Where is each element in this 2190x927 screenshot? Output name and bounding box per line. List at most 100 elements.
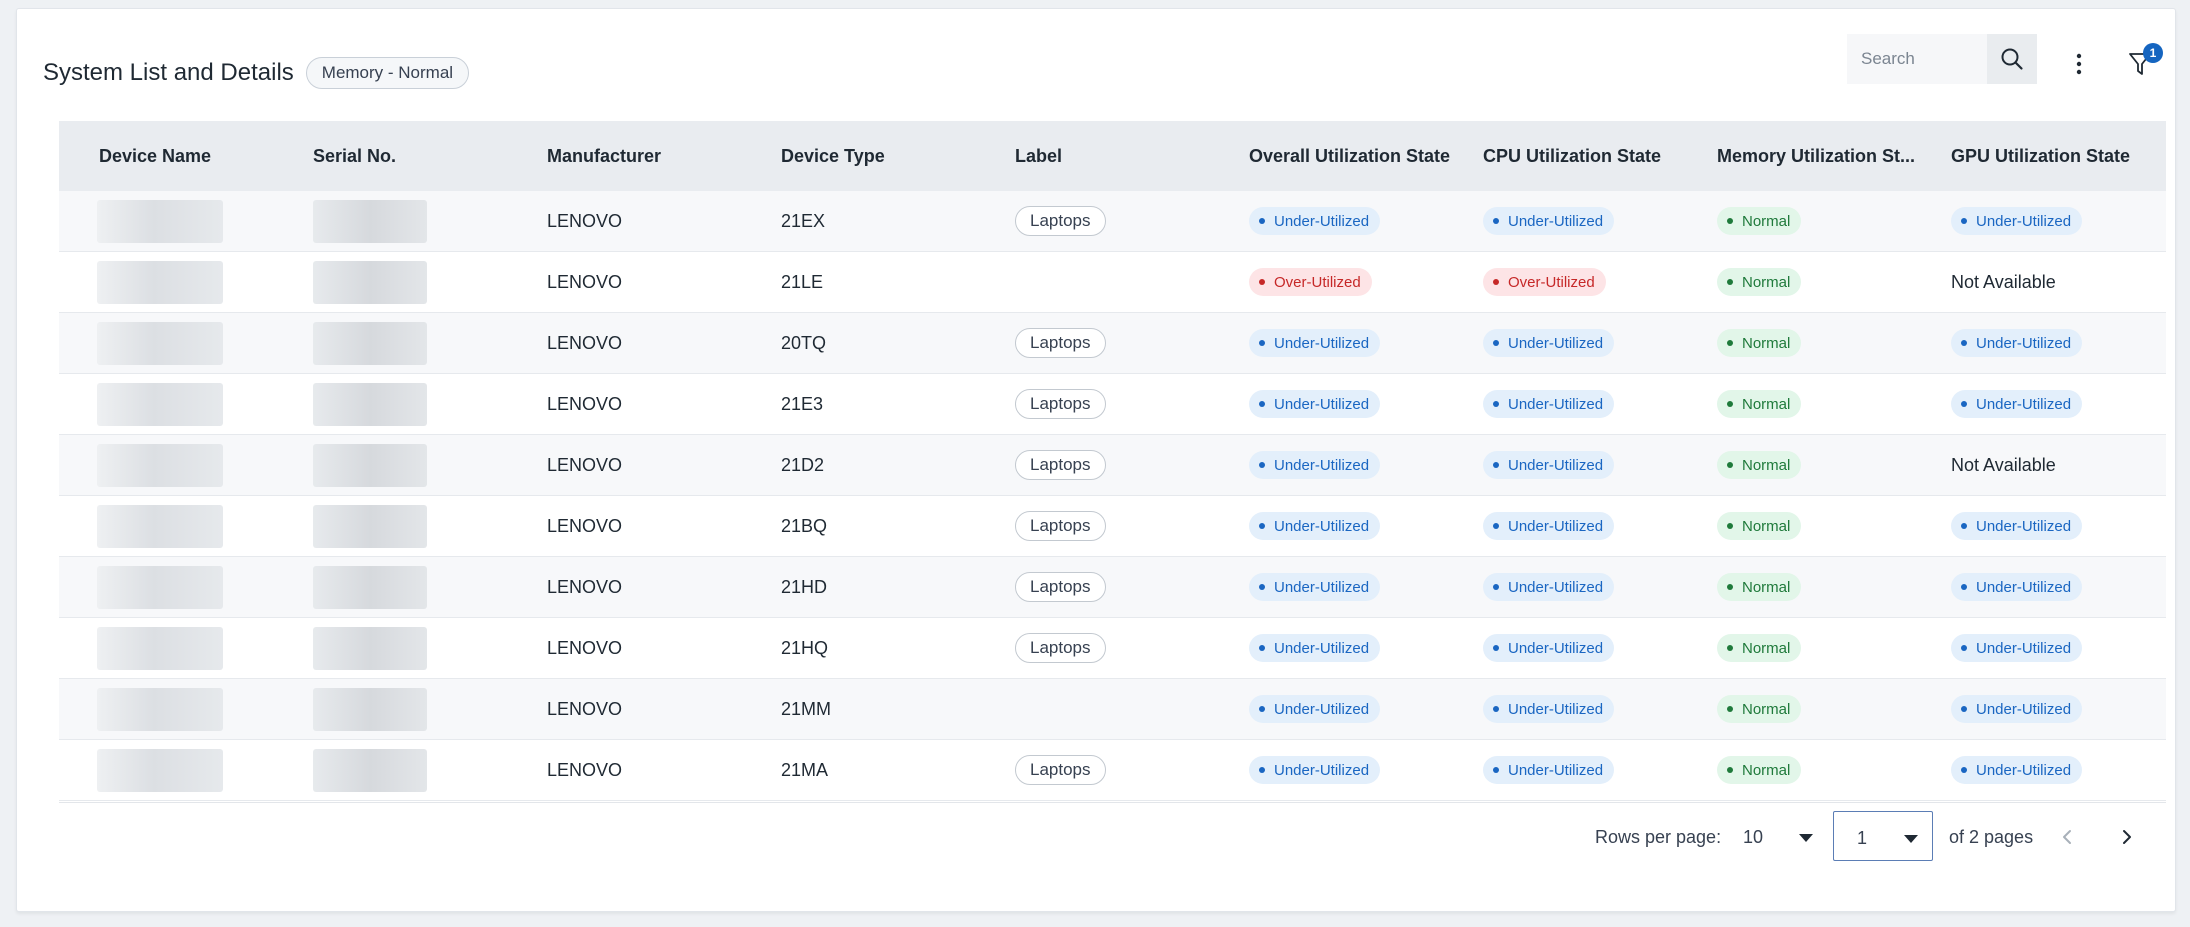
overall-cell: Under-Utilized: [1249, 573, 1381, 601]
device-type-cell: 21D2: [781, 454, 825, 475]
status-text: Under-Utilized: [1274, 761, 1370, 779]
status-dot-icon: [1727, 279, 1733, 285]
device-name-redacted: [97, 627, 223, 670]
memory-cell: Normal: [1717, 390, 1802, 418]
status-dot-icon: [1259, 218, 1265, 224]
device-type-cell: 20TQ: [781, 332, 827, 353]
memory-status-badge: Normal: [1717, 207, 1802, 235]
column-header-gpu-utilization[interactable]: GPU Utilization State: [1951, 146, 2130, 167]
label-cell: Laptops: [1015, 206, 1106, 236]
column-header-memory-utilization[interactable]: Memory Utilization St...: [1717, 146, 1915, 167]
table-row[interactable]: LENOVO 21BQ Laptops Under-Utilized Under-Uti…: [59, 496, 2166, 557]
serial-number-redacted: [313, 261, 427, 304]
column-header-overall-utilization[interactable]: Overall Utilization State: [1249, 146, 1450, 167]
overall-status-badge: Under-Utilized: [1249, 329, 1381, 357]
gpu-cell: Not Available: [1951, 272, 2056, 293]
cpu-cell: Under-Utilized: [1483, 390, 1615, 418]
column-header-manufacturer[interactable]: Manufacturer: [547, 146, 661, 167]
cpu-status-badge: Over-Utilized: [1483, 268, 1606, 296]
status-text: Under-Utilized: [1508, 639, 1604, 657]
table-row[interactable]: LENOVO 21HQ Laptops Under-Utilized Under-Uti…: [59, 618, 2166, 679]
serial-number-redacted: [313, 322, 427, 365]
status-text: Under-Utilized: [1508, 212, 1604, 230]
status-text: Under-Utilized: [1976, 212, 2072, 230]
manufacturer-cell: LENOVO: [547, 576, 623, 597]
status-text: Over-Utilized: [1274, 273, 1361, 291]
device-name-redacted: [97, 322, 223, 365]
overall-status-badge: Under-Utilized: [1249, 756, 1381, 784]
next-page-button[interactable]: [2115, 823, 2139, 851]
serial-number-redacted: [313, 383, 427, 426]
status-text: Under-Utilized: [1274, 456, 1370, 474]
status-dot-icon: [1259, 401, 1265, 407]
status-text: Under-Utilized: [1508, 395, 1604, 413]
status-text: Normal: [1742, 700, 1791, 718]
memory-cell: Normal: [1717, 329, 1802, 357]
filter-chip-memory[interactable]: Memory - Normal: [305, 57, 470, 89]
status-text: Under-Utilized: [1508, 761, 1604, 779]
column-header-serial-no[interactable]: Serial No.: [313, 146, 396, 167]
table-row[interactable]: LENOVO 21D2 Laptops Under-Utilized Under-Uti…: [59, 435, 2166, 496]
status-text: Under-Utilized: [1274, 639, 1370, 657]
table-row[interactable]: LENOVO 21MA Laptops Under-Utilized Under-Uti…: [59, 740, 2166, 801]
status-dot-icon: [1259, 584, 1265, 590]
table-row[interactable]: LENOVO 21LE Over-Utilized Over-Utilized Norm…: [59, 252, 2166, 313]
status-dot-icon: [1961, 706, 1967, 712]
more-vertical-icon: [2076, 53, 2082, 75]
status-dot-icon: [1727, 523, 1733, 529]
memory-cell: Normal: [1717, 268, 1802, 296]
page-select[interactable]: 1: [1833, 811, 1933, 861]
table-row[interactable]: LENOVO 21HD Laptops Under-Utilized Under-Uti…: [59, 557, 2166, 618]
gpu-status-text: Not Available: [1951, 454, 2056, 475]
status-dot-icon: [1493, 706, 1499, 712]
status-dot-icon: [1961, 218, 1967, 224]
device-name-redacted: [97, 505, 223, 548]
cpu-status-badge: Under-Utilized: [1483, 573, 1615, 601]
device-type-cell: 21E3: [781, 393, 824, 414]
status-dot-icon: [1259, 279, 1265, 285]
rows-per-page-select[interactable]: 10: [1743, 827, 1763, 848]
column-header-cpu-utilization[interactable]: CPU Utilization State: [1483, 146, 1661, 167]
table-row[interactable]: LENOVO 21EX Laptops Under-Utilized Under-Uti…: [59, 191, 2166, 252]
table-row[interactable]: LENOVO 21E3 Laptops Under-Utilized Under-Uti…: [59, 374, 2166, 435]
table-row[interactable]: LENOVO 20TQ Laptops Under-Utilized Under-Uti…: [59, 313, 2166, 374]
status-text: Normal: [1742, 517, 1791, 535]
status-dot-icon: [1493, 767, 1499, 773]
device-name-redacted: [97, 749, 223, 792]
search-input[interactable]: Search: [1847, 34, 1987, 84]
status-text: Normal: [1742, 456, 1791, 474]
status-dot-icon: [1493, 462, 1499, 468]
cpu-cell: Under-Utilized: [1483, 756, 1615, 784]
more-options-button[interactable]: [2069, 49, 2089, 79]
gpu-cell: Under-Utilized: [1951, 756, 2083, 784]
label-chip: Laptops: [1015, 511, 1106, 541]
memory-status-badge: Normal: [1717, 512, 1802, 540]
status-dot-icon: [1259, 340, 1265, 346]
previous-page-button[interactable]: [2055, 823, 2079, 851]
label-cell: Laptops: [1015, 633, 1106, 663]
table-row[interactable]: LENOVO 21MM Under-Utilized Under-Utilized No…: [59, 679, 2166, 740]
system-list-card: System List and Details Memory - Normal …: [16, 8, 2176, 912]
column-header-device-name[interactable]: Device Name: [99, 146, 211, 167]
status-dot-icon: [1493, 645, 1499, 651]
device-type-cell: 21BQ: [781, 515, 828, 536]
search-button[interactable]: [1987, 34, 2037, 84]
caret-down-icon[interactable]: [1799, 834, 1813, 842]
serial-number-redacted: [313, 200, 427, 243]
memory-status-badge: Normal: [1717, 756, 1802, 784]
column-header-label[interactable]: Label: [1015, 146, 1062, 167]
cpu-status-badge: Under-Utilized: [1483, 695, 1615, 723]
status-dot-icon: [1493, 340, 1499, 346]
status-dot-icon: [1961, 401, 1967, 407]
column-header-device-type[interactable]: Device Type: [781, 146, 885, 167]
device-name-redacted: [97, 261, 223, 304]
memory-status-badge: Normal: [1717, 695, 1802, 723]
label-chip: Laptops: [1015, 389, 1106, 419]
status-text: Under-Utilized: [1508, 578, 1604, 596]
status-text: Under-Utilized: [1274, 395, 1370, 413]
status-dot-icon: [1727, 401, 1733, 407]
manufacturer-cell: LENOVO: [547, 332, 623, 353]
memory-status-badge: Normal: [1717, 573, 1802, 601]
overall-status-badge: Over-Utilized: [1249, 268, 1372, 296]
device-name-redacted: [97, 566, 223, 609]
